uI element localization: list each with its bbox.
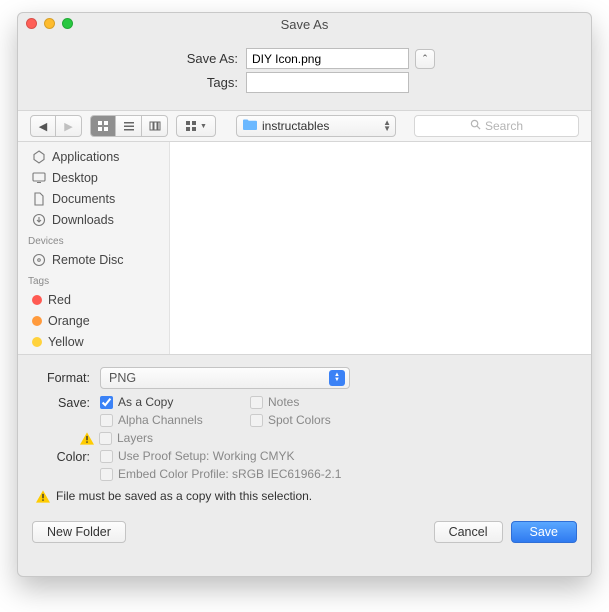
sidebar-item-label: Documents [52, 192, 115, 206]
grid-icon [97, 120, 109, 132]
desktop-icon [32, 171, 46, 185]
chevron-up-icon: ⌃ [421, 53, 429, 64]
footer: New Folder Cancel Save [18, 511, 591, 557]
notes-checkbox[interactable]: Notes [250, 395, 390, 409]
tags-header: Tags [18, 270, 169, 289]
sidebar: Applications Desktop Documents Downloads… [18, 142, 170, 354]
chevron-right-icon: ▶ [64, 120, 72, 133]
sidebar-item-label: Downloads [52, 213, 114, 227]
spot-checkbox[interactable]: Spot Colors [250, 413, 390, 427]
save-button[interactable]: Save [511, 521, 578, 543]
filename-input[interactable] [246, 48, 409, 69]
sidebar-tag-red[interactable]: Red [18, 289, 169, 310]
sidebar-tag-green[interactable]: Green [18, 352, 169, 354]
format-value: PNG [109, 371, 136, 385]
back-button[interactable]: ◀ [30, 115, 56, 137]
downloads-icon [32, 213, 46, 227]
warning-message: File must be saved as a copy with this s… [34, 483, 575, 503]
format-select[interactable]: PNG ▲▼ [100, 367, 350, 389]
save-options-label: Save: [34, 395, 100, 410]
as-copy-checkbox[interactable]: As a Copy [100, 395, 250, 409]
search-field[interactable]: Search [414, 115, 579, 137]
window-title: Save As [18, 17, 591, 32]
folder-name: instructables [262, 119, 383, 133]
chevron-left-icon: ◀ [39, 120, 47, 133]
zoom-window-icon[interactable] [62, 18, 73, 29]
collapse-button[interactable]: ⌃ [415, 49, 435, 69]
folder-icon [243, 119, 257, 133]
sidebar-item-label: Red [48, 293, 71, 307]
sidebar-item-label: Desktop [52, 171, 98, 185]
forward-button[interactable]: ▶ [56, 115, 82, 137]
color-label: Color: [34, 449, 100, 464]
options-panel: Format: PNG ▲▼ Save: As a Copy Notes Alp… [18, 354, 591, 511]
sidebar-tag-yellow[interactable]: Yellow [18, 331, 169, 352]
list-view-button[interactable] [116, 115, 142, 137]
sidebar-item-label: Remote Disc [52, 253, 124, 267]
icon-view-button[interactable] [90, 115, 116, 137]
cancel-button[interactable]: Cancel [434, 521, 503, 543]
chevron-down-icon: ▼ [200, 123, 207, 130]
sidebar-item-label: Applications [52, 150, 119, 164]
sidebar-item-downloads[interactable]: Downloads [18, 209, 169, 230]
proof-checkbox[interactable]: Use Proof Setup: Working CMYK [100, 449, 575, 463]
sidebar-tag-orange[interactable]: Orange [18, 310, 169, 331]
format-label: Format: [34, 371, 100, 385]
tag-dot-icon [32, 295, 42, 305]
embed-checkbox[interactable]: Embed Color Profile: sRGB IEC61966-2.1 [100, 467, 575, 481]
tag-dot-icon [32, 316, 42, 326]
saveas-label: Save As: [18, 51, 246, 66]
minimize-window-icon[interactable] [44, 18, 55, 29]
sidebar-item-remote-disc[interactable]: Remote Disc [18, 249, 169, 270]
column-view-button[interactable] [142, 115, 168, 137]
group-icon [185, 120, 197, 132]
updown-icon: ▲▼ [329, 370, 345, 386]
warning-icon [80, 432, 94, 445]
sidebar-item-label: Yellow [48, 335, 84, 349]
browser-toolbar: ◀ ▶ ▼ instructables ▲▼ [18, 110, 591, 142]
close-window-icon[interactable] [26, 18, 37, 29]
titlebar: Save As [18, 13, 591, 35]
file-browser[interactable] [170, 142, 591, 354]
updown-icon: ▲▼ [383, 120, 389, 132]
layers-checkbox[interactable]: Layers [100, 431, 575, 445]
view-segment [90, 115, 168, 137]
save-as-dialog: Save As Save As: ⌃ Tags: ◀ ▶ [17, 12, 592, 577]
sidebar-item-applications[interactable]: Applications [18, 146, 169, 167]
disc-icon [32, 253, 46, 267]
applications-icon [32, 150, 46, 164]
browser-body: Applications Desktop Documents Downloads… [18, 142, 591, 354]
devices-header: Devices [18, 230, 169, 249]
sidebar-item-desktop[interactable]: Desktop [18, 167, 169, 188]
tag-dot-icon [32, 337, 42, 347]
list-icon [123, 120, 135, 132]
header-form: Save As: ⌃ Tags: [18, 35, 591, 110]
group-by-button[interactable]: ▼ [176, 115, 216, 137]
tags-input[interactable] [246, 72, 409, 93]
new-folder-button[interactable]: New Folder [32, 521, 126, 543]
documents-icon [32, 192, 46, 206]
nav-segment: ◀ ▶ [30, 115, 82, 137]
alpha-checkbox[interactable]: Alpha Channels [100, 413, 250, 427]
warning-icon [36, 490, 50, 503]
window-controls [26, 18, 73, 29]
columns-icon [149, 120, 161, 132]
search-icon [470, 119, 481, 133]
tags-label: Tags: [18, 75, 246, 90]
sidebar-item-label: Orange [48, 314, 90, 328]
sidebar-item-documents[interactable]: Documents [18, 188, 169, 209]
search-placeholder: Search [485, 119, 523, 133]
folder-popup[interactable]: instructables ▲▼ [236, 115, 396, 137]
